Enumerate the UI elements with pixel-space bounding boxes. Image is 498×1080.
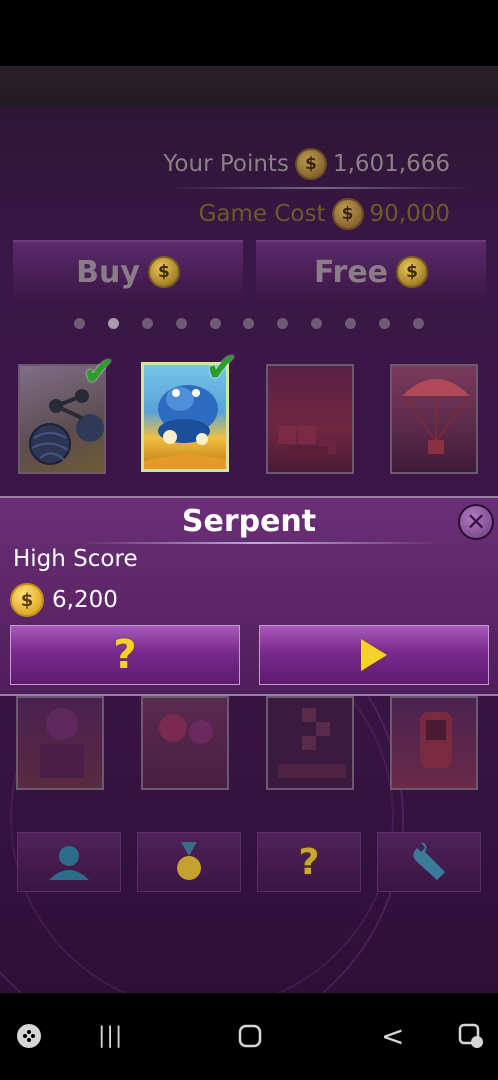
recents-button[interactable]: ||| <box>98 1024 123 1049</box>
completed-check-icon: ✔ <box>82 349 116 395</box>
game-card-red-block[interactable] <box>266 364 354 474</box>
free-label: Free <box>313 254 389 290</box>
game-launcher-icon[interactable] <box>16 1023 42 1049</box>
page-dot[interactable] <box>243 318 255 329</box>
game-menu-screen: Your Points $ 1,601,666 Game Cost $ 90,0… <box>0 66 498 993</box>
game-card[interactable] <box>266 696 354 790</box>
red-block-game-thumbnail <box>278 426 336 458</box>
balloon-thumbnail <box>159 714 213 744</box>
page-dot-active[interactable] <box>107 318 119 329</box>
question-icon: ? <box>113 632 137 678</box>
profile-button[interactable] <box>17 832 121 892</box>
page-dot[interactable] <box>209 318 221 329</box>
buy-button[interactable]: Buy $ <box>13 240 243 302</box>
racing-thumbnail <box>420 712 452 768</box>
points-value: 1,601,666 <box>332 151 450 177</box>
completed-check-icon: ✔ <box>205 345 239 391</box>
game-info-panel: Serpent ✕ High Score $ 6,200 ? <box>0 496 498 696</box>
page-indicator <box>74 318 424 329</box>
play-icon <box>361 639 387 671</box>
top-band <box>0 66 498 106</box>
play-button[interactable] <box>259 625 489 685</box>
close-icon[interactable]: ✕ <box>458 504 494 540</box>
game-title: Serpent <box>181 504 317 539</box>
achievements-button[interactable] <box>137 832 241 892</box>
page-dot[interactable] <box>141 318 153 329</box>
title-underline <box>80 542 440 544</box>
high-score-label: High Score <box>13 546 138 572</box>
character-thumbnail <box>40 708 84 778</box>
free-button[interactable]: Free $ <box>256 240 486 302</box>
high-score: $ 6,200 <box>10 583 118 617</box>
page-dot[interactable] <box>311 318 323 329</box>
wrench-icon <box>413 842 445 880</box>
high-score-value: 6,200 <box>52 587 118 613</box>
coin-icon: $ <box>147 256 180 288</box>
cost-value: 90,000 <box>369 201 450 227</box>
points-label: Your Points <box>163 151 289 177</box>
parachute-thumbnail <box>402 379 470 454</box>
your-points: Your Points $ 1,601,666 <box>163 148 450 180</box>
page-dot[interactable] <box>74 318 85 329</box>
game-card[interactable] <box>141 696 229 790</box>
coin-icon: $ <box>396 256 429 288</box>
page-dot[interactable] <box>379 318 391 329</box>
help-icon: ? <box>298 841 320 883</box>
game-tools-icon[interactable] <box>458 1023 484 1049</box>
block-puzzle-thumbnail <box>278 708 346 778</box>
settings-button[interactable] <box>377 832 481 892</box>
page-dot[interactable] <box>175 318 187 329</box>
coin-icon: $ <box>294 148 327 180</box>
game-card[interactable] <box>16 696 104 790</box>
game-card-parachute[interactable] <box>390 364 478 474</box>
page-dot[interactable] <box>277 318 289 329</box>
page-dot[interactable] <box>412 318 424 329</box>
medal-icon <box>177 842 201 880</box>
home-button[interactable] <box>238 1024 262 1048</box>
game-card[interactable] <box>390 696 478 790</box>
coin-icon: $ <box>10 583 44 617</box>
help-button[interactable]: ? <box>257 832 361 892</box>
page-dot[interactable] <box>345 318 357 329</box>
game-help-button[interactable]: ? <box>10 625 240 685</box>
back-button[interactable]: < <box>381 1020 404 1053</box>
cost-label: Game Cost <box>198 201 326 227</box>
profile-icon <box>49 846 89 880</box>
divider <box>170 187 470 189</box>
buy-label: Buy <box>76 254 140 290</box>
coin-icon: $ <box>331 198 364 230</box>
game-cost: Game Cost $ 90,000 <box>199 198 450 230</box>
